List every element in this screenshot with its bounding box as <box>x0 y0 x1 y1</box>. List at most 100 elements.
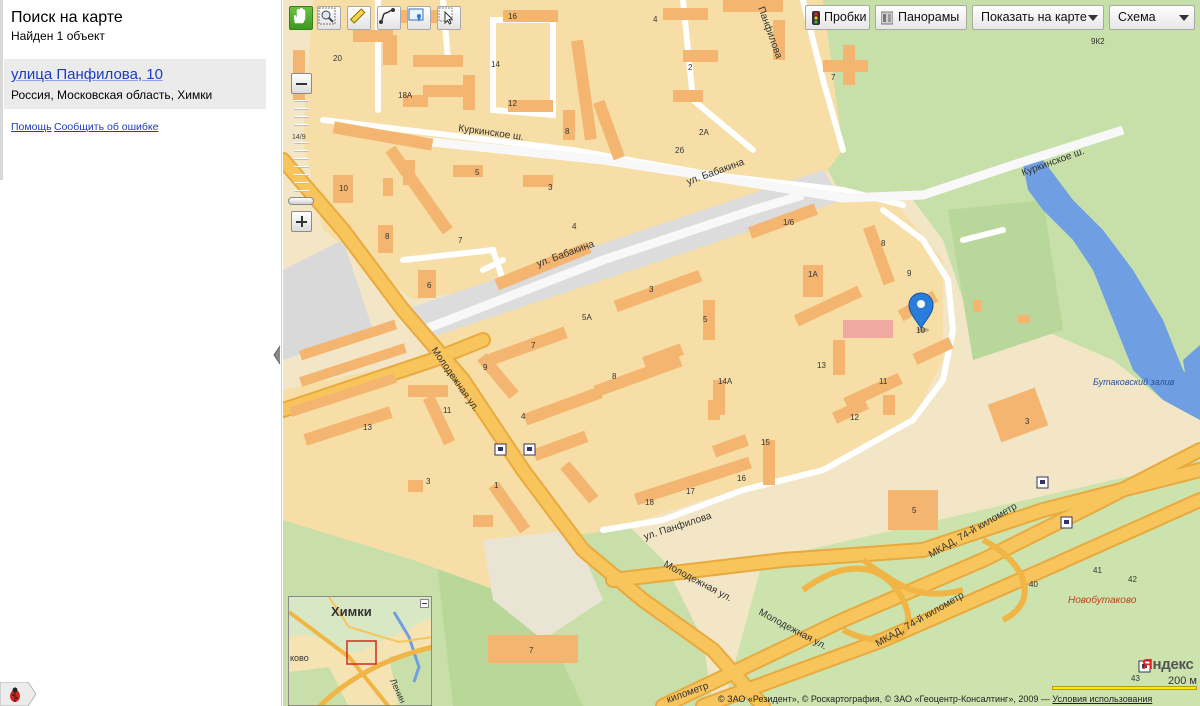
terms-of-use-link[interactable]: Условия использования <box>1052 694 1152 704</box>
building-number: 6 <box>427 281 432 290</box>
panoramas-button-label: Панорамы <box>898 10 960 24</box>
copyright-notice: © ЗАО «Резидент», © Роскартография, © ЗА… <box>718 694 1152 704</box>
building-number: 12 <box>850 413 859 422</box>
building-number: 2 <box>688 63 693 72</box>
bus-stop-icon <box>1036 476 1049 489</box>
panel-scrollbar[interactable] <box>0 0 3 180</box>
street-label: Молодежная ул. <box>429 345 481 413</box>
route-button[interactable] <box>377 6 401 30</box>
building-number: 9 <box>483 363 488 372</box>
show-on-map-label: Показать на карте <box>981 10 1087 24</box>
select-tool-button[interactable] <box>437 6 461 30</box>
building-number: 14А <box>718 377 733 386</box>
map-type-dropdown[interactable]: Схема <box>1109 5 1195 30</box>
zoom-out-button[interactable] <box>291 73 312 94</box>
building-number: 3 <box>1025 417 1030 426</box>
traffic-light-icon <box>812 11 820 25</box>
building-number: 20 <box>333 54 342 63</box>
building-number: 1 <box>494 481 499 490</box>
collapse-panel-handle[interactable] <box>273 345 281 365</box>
logo-first-letter: Я <box>1142 656 1153 673</box>
water-label: Бутаковский залив <box>1093 377 1175 387</box>
feedback-tab[interactable] <box>0 681 37 706</box>
building-number: 8 <box>385 232 390 241</box>
street-label: ул. Бабакина <box>685 156 746 188</box>
results-count: Найден 1 объект <box>11 29 105 43</box>
zoom-slider-thumb[interactable] <box>288 197 314 205</box>
search-result-item[interactable]: улица Панфилова, 10 Россия, Московская о… <box>4 59 266 109</box>
drag-tool-button[interactable] <box>289 6 313 30</box>
panorama-icon <box>881 11 893 25</box>
street-label: километр <box>665 680 710 705</box>
minimap-collapse-button[interactable] <box>420 599 429 608</box>
building-number: 7 <box>831 73 836 82</box>
chevron-left-icon <box>273 345 281 365</box>
building-number: 7 <box>458 236 463 245</box>
zoom-in-button[interactable] <box>291 211 312 232</box>
building-number: 16 <box>737 474 746 483</box>
help-link[interactable]: Помощь <box>11 121 52 133</box>
add-placemark-button[interactable] <box>407 6 431 30</box>
select-cursor-icon <box>438 7 454 25</box>
report-error-link[interactable]: Сообщить об ошибке <box>54 121 158 133</box>
building-number: 2б <box>675 146 684 155</box>
bus-stop-icon <box>523 443 536 456</box>
map-canvas[interactable]: Куркинское ш. Куркинское ш. ул. Бабакина… <box>283 0 1200 706</box>
building-number: 11 <box>443 406 452 415</box>
building-number: 11 <box>879 377 888 386</box>
bus-stop-icon <box>494 443 507 456</box>
street-label: Молодежная ул. <box>757 607 829 652</box>
building-number: 8 <box>612 372 617 381</box>
scale-bar <box>1052 686 1197 690</box>
building-number: 43 <box>1131 674 1140 683</box>
place-label: Новобутаково <box>1068 594 1137 606</box>
overview-minimap[interactable]: Химки ково Ленин <box>288 596 432 706</box>
show-on-map-dropdown[interactable]: Показать на карте <box>972 5 1104 30</box>
zoom-level-label: 14/9 <box>292 134 306 141</box>
ruler-button[interactable] <box>347 6 371 30</box>
result-address: Россия, Московская область, Химки <box>11 88 213 102</box>
map-type-label: Схема <box>1118 10 1156 24</box>
building-number: 8 <box>565 127 570 136</box>
street-label: МКАД, 74-й километр <box>927 501 1019 561</box>
building-number: 4 <box>653 15 658 24</box>
building-number: 14 <box>491 60 500 69</box>
building-number: 4 <box>572 222 577 231</box>
zoom-slider-track[interactable] <box>294 96 309 210</box>
zoom-area-button[interactable] <box>317 6 341 30</box>
street-label: Панфилова <box>755 5 785 61</box>
panoramas-button[interactable]: Панорамы <box>875 5 967 30</box>
building-number: 40 <box>1029 580 1038 589</box>
building-number: 1А <box>808 270 818 279</box>
building-number: 4 <box>521 412 526 421</box>
building-number: 7 <box>529 646 534 655</box>
building-number: 5 <box>703 315 708 324</box>
building-number: 13 <box>363 423 372 432</box>
street-label: Молодежная ул. <box>662 559 734 604</box>
street-label: Куркинское ш. <box>458 123 525 143</box>
building-number: 41 <box>1093 566 1102 575</box>
building-number: 5 <box>475 168 480 177</box>
building-number: 12 <box>508 99 517 108</box>
chevron-down-icon <box>1179 15 1189 21</box>
street-label: ул. Бабакина <box>535 238 596 270</box>
route-icon <box>379 8 395 24</box>
hand-icon <box>293 7 306 24</box>
traffic-button[interactable]: Пробки <box>805 5 870 30</box>
building-number: 3 <box>426 477 431 486</box>
minimap-place-label: ково <box>290 653 309 663</box>
street-label: Куркинское ш. <box>1020 146 1086 179</box>
panel-title: Поиск на карте <box>11 9 123 26</box>
logo-rest: ндекс <box>1152 656 1194 673</box>
building-number: 15 <box>761 438 770 447</box>
yandex-maps-app: Поиск на карте Найден 1 объект улица Пан… <box>0 0 1200 706</box>
result-title-link[interactable]: улица Панфилова, 10 <box>11 66 163 83</box>
yandex-logo[interactable]: Яндекс <box>1142 656 1194 673</box>
search-results-panel: Поиск на карте Найден 1 объект улица Пан… <box>0 0 282 706</box>
building-number: 13 <box>817 361 826 370</box>
building-number: 18А <box>398 91 413 100</box>
magnifier-icon <box>318 7 336 25</box>
building-number: 18 <box>645 498 654 507</box>
building-number: 10 <box>339 184 348 193</box>
location-placemark-icon[interactable] <box>908 292 934 332</box>
